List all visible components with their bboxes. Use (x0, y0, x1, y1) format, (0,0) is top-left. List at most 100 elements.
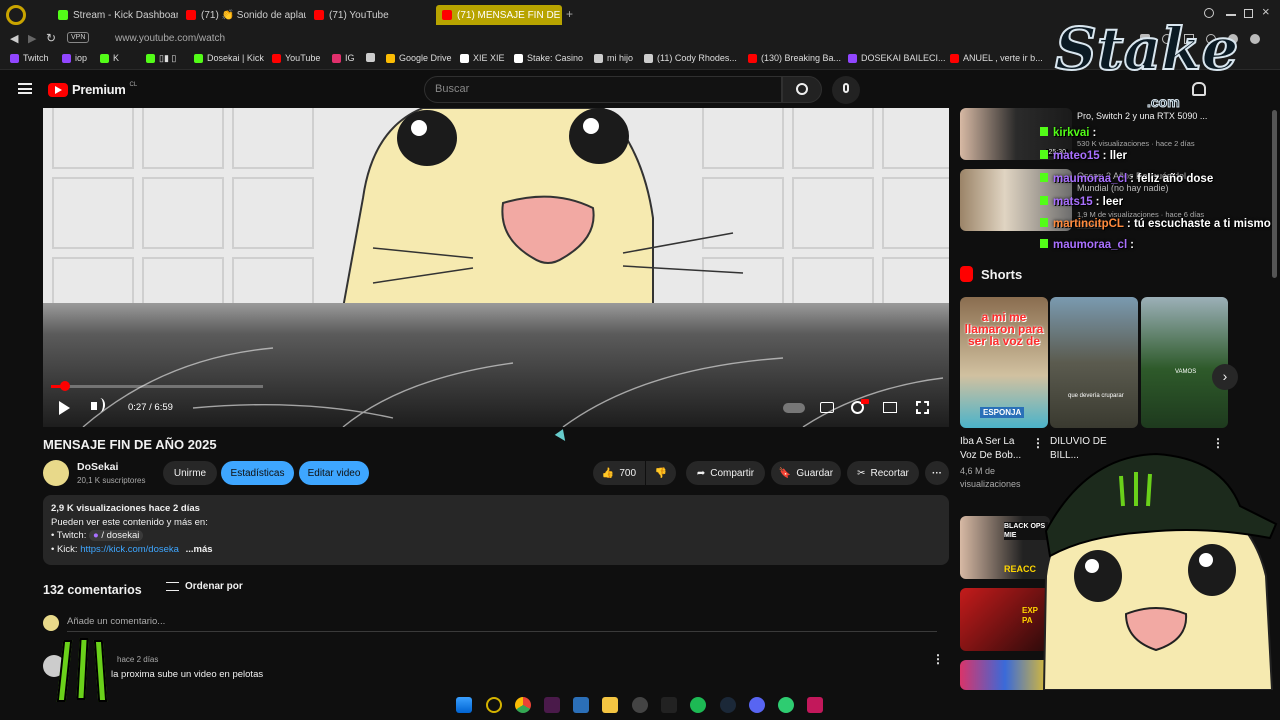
search-input[interactable]: Buscar (424, 76, 782, 103)
bookmark-anuel[interactable]: ANUEL , verte ir b... (950, 53, 1043, 63)
capcut-icon[interactable] (661, 697, 677, 713)
bookmark-label: mi hijo (607, 53, 634, 63)
like-button[interactable]: 👍 700 (593, 461, 645, 485)
twitch-icon: ● (93, 530, 99, 541)
progress-scrubber[interactable] (59, 381, 70, 391)
show-more-link[interactable]: ...más (186, 544, 213, 555)
description-box[interactable]: 2,9 K visualizaciones hace 2 días Pueden… (43, 495, 949, 565)
shorts-icon (960, 266, 973, 282)
windows-start-icon[interactable] (456, 697, 472, 713)
channel-name[interactable]: DoSekai (77, 461, 118, 473)
fullscreen-icon[interactable] (916, 401, 929, 414)
tab-youtube[interactable]: (71) YouTube (314, 5, 424, 25)
subtitles-icon[interactable] (820, 402, 834, 413)
new-tab-button[interactable]: + (566, 7, 573, 21)
shorts-next-button[interactable]: › (1212, 364, 1238, 390)
progress-track[interactable] (51, 381, 263, 391)
tab-active-video[interactable]: (71) MENSAJE FIN DE AÑO (436, 5, 562, 25)
opera-gx-icon[interactable] (486, 697, 502, 713)
twitch-link[interactable]: ● / dosekai (89, 530, 144, 541)
instagram-icon (332, 53, 341, 63)
bookmark-stake[interactable]: Stake: Casino (514, 53, 583, 63)
bookmark-dosekai-baileci[interactable]: DOSEKAI BAILECI... (848, 53, 946, 63)
back-icon[interactable]: ◀ (10, 32, 18, 45)
bookmark-breaking-bad[interactable]: (130) Breaking Ba... (748, 53, 841, 63)
description-line: Pueden ver este contenido y más en: (51, 516, 208, 528)
autoplay-toggle[interactable] (783, 403, 805, 413)
bookmark-label: Google Drive (399, 53, 452, 63)
tab-applause[interactable]: (71) 👏 Sonido de aplauso (186, 5, 306, 25)
youtube-logo[interactable]: Premium CL (48, 82, 137, 97)
kick-badge-icon (1040, 196, 1048, 205)
page-icon (366, 53, 375, 62)
reload-icon[interactable]: ↻ (46, 31, 56, 45)
video-player[interactable]: 0:27 / 6:59 (43, 108, 949, 427)
kick-link[interactable]: https://kick.com/doseka (80, 544, 179, 555)
close-window-button[interactable]: × (1262, 4, 1270, 19)
file-explorer-icon[interactable] (602, 697, 618, 713)
bookmark-k[interactable]: K (100, 53, 119, 63)
vegas-icon[interactable] (544, 697, 560, 713)
clip-button[interactable]: ✂ Recortar (847, 461, 919, 485)
short-title-1[interactable]: Iba A Ser La Voz De Bob... (960, 435, 1032, 463)
chat-message: maumoraa_cl: feliz año dose (1040, 173, 1213, 185)
search-button[interactable] (782, 76, 822, 103)
short-thumbnail-1[interactable]: a mi me llamaron para ser la voz de ESPO… (960, 297, 1048, 428)
twitch-handle: / dosekai (101, 530, 140, 541)
channel-avatar[interactable] (43, 460, 69, 486)
vpn-badge[interactable]: VPN (67, 32, 90, 43)
sidebar-scrollbar[interactable] (1272, 110, 1277, 278)
bookmark-twitch[interactable]: Twitch (10, 53, 49, 63)
stats-button[interactable]: Estadísticas (221, 461, 294, 485)
bookmark-cody-rhodes[interactable]: (11) Cody Rhodes... (644, 53, 737, 63)
video-frame (43, 108, 949, 427)
opera-logo-icon[interactable] (6, 5, 26, 25)
stream-app-icon[interactable] (778, 697, 794, 713)
url-text[interactable]: www.youtube.com/watch (115, 33, 225, 44)
sort-comments-button[interactable]: Ordenar por (166, 581, 243, 592)
dislike-button[interactable]: 👎 (646, 461, 676, 485)
discord-icon[interactable] (749, 697, 765, 713)
tab-label: (71) MENSAJE FIN DE AÑO (457, 9, 562, 21)
spotify-icon[interactable] (690, 697, 706, 713)
bookmark-label: (130) Breaking Ba... (761, 53, 842, 63)
like-count: 700 (619, 467, 637, 479)
editor-icon[interactable] (573, 697, 589, 713)
streamer-cat-avatar-overlay (1026, 436, 1280, 691)
bookmark-kick-2[interactable]: ▯▮ ▯ (146, 53, 176, 64)
bookmark-mi-hijo[interactable]: mi hijo (594, 53, 633, 63)
description-kick: • Kick: https://kick.com/doseka ...más (51, 543, 941, 557)
search-icon (796, 83, 808, 95)
bookmark-iop[interactable]: iop (62, 53, 87, 63)
more-actions-button[interactable]: ··· (925, 461, 949, 485)
short-thumbnail-2[interactable]: que devería cruparar (1050, 297, 1138, 428)
hamburger-menu-icon[interactable] (18, 83, 32, 94)
bookmark-xie-xie[interactable]: XIE XIE (460, 53, 505, 63)
add-comment-input[interactable]: Añade un comentario... (67, 616, 937, 632)
short-caption: que devería cruparar (1068, 393, 1124, 399)
steam-icon[interactable] (720, 697, 736, 713)
bookmark-youtube[interactable]: YouTube (272, 53, 320, 63)
tab-kick-dashboard[interactable]: Stream - Kick Dashboard (58, 5, 178, 25)
sort-label: Ordenar por (185, 581, 243, 592)
short-overlay-text-2: ESPONJA (980, 407, 1025, 418)
comment-menu-icon[interactable]: ⋮ (932, 652, 944, 666)
obs-icon[interactable] (632, 697, 648, 713)
short-thumbnail-3[interactable]: VAMOS (1141, 297, 1228, 428)
forward-icon[interactable]: ▶ (28, 32, 36, 45)
bookmark-blank[interactable] (366, 53, 379, 62)
stake-icon (514, 53, 523, 63)
play-button[interactable] (59, 401, 70, 415)
share-button[interactable]: ➦ Compartir (686, 461, 765, 485)
edit-video-button[interactable]: Editar video (299, 461, 369, 485)
bookmark-dosekai-kick[interactable]: Dosekai | Kick (194, 53, 264, 63)
miniplayer-icon[interactable] (883, 402, 897, 413)
save-button[interactable]: 🔖 Guardar (771, 461, 841, 485)
bookmark-ig[interactable]: IG (332, 53, 355, 63)
app-icon[interactable] (807, 697, 823, 713)
bookmark-google-drive[interactable]: Google Drive (386, 53, 452, 63)
voice-search-button[interactable] (832, 76, 860, 104)
join-button[interactable]: Unirme (163, 461, 217, 485)
bookmark-label: Stake: Casino (527, 53, 584, 63)
chrome-icon[interactable] (515, 697, 531, 713)
